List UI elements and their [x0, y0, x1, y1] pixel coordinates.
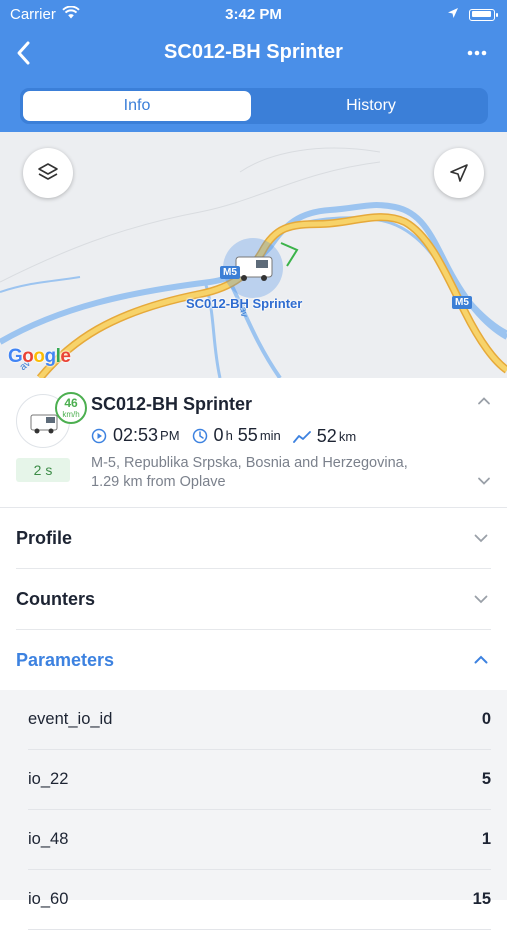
duration-hours-unit: h [225, 428, 233, 443]
last-update-badge: 2 s [16, 458, 70, 482]
segmented-control: Info History [20, 88, 488, 124]
unit-summary-card[interactable]: 46 km/h 2 s SC012-BH Sprinter 02:53 PM 0… [0, 378, 507, 508]
map-view[interactable]: M5 M5 zav av SC012-BH Sprinter Google [0, 132, 507, 378]
time-metric: 02:53 PM [91, 425, 180, 446]
parameter-value: 5 [481, 770, 491, 788]
expand-address-button[interactable] [477, 474, 491, 493]
status-right [447, 6, 498, 23]
chevron-up-icon [473, 652, 489, 673]
more-dots-icon [467, 50, 487, 56]
status-time: 3:42 PM [225, 6, 282, 23]
map-vehicle-label[interactable]: SC012-BH Sprinter [186, 296, 302, 311]
address-line-2: 1.29 km from Oplave [91, 474, 226, 490]
navigation-arrow-icon [450, 164, 468, 182]
road-shield-m5: M5 [220, 266, 240, 279]
chevron-down-icon [478, 477, 490, 485]
duration-minutes: 55 [237, 425, 258, 445]
section-counters[interactable]: Counters [16, 569, 491, 630]
speed-value: 46 [64, 396, 78, 410]
duration-hours: 0 [213, 425, 224, 445]
distance-value: 52 [316, 426, 337, 446]
address-line-1: M-5, Republika Srpska, Bosnia and Herzeg… [91, 455, 408, 471]
parameter-key: event_io_id [28, 710, 113, 728]
speed-unit: km/h [62, 410, 80, 419]
unit-name: SC012-BH Sprinter [91, 394, 253, 414]
chevron-down-icon [473, 591, 489, 612]
location-arrow-icon [447, 6, 459, 23]
chevron-down-icon [473, 530, 489, 551]
duration-minutes-unit: min [259, 428, 281, 443]
header: Carrier 3:42 PM SC012-BH Sprinter Info H… [0, 0, 507, 132]
section-parameters[interactable]: Parameters [16, 630, 491, 691]
parameter-row: io_48 1 [28, 810, 491, 870]
address: M-5, Republika Srpska, Bosnia and Herzeg… [91, 454, 461, 492]
parameter-key: io_48 [28, 830, 69, 848]
distance-unit: km [338, 429, 357, 444]
time-value: 02:53 [113, 425, 159, 445]
road-shield-m5-east: M5 [452, 296, 472, 309]
chevron-left-icon [17, 41, 30, 65]
more-button[interactable] [465, 39, 489, 67]
back-button[interactable] [10, 36, 40, 70]
battery-icon [469, 8, 498, 21]
play-circle-icon [91, 428, 107, 443]
map-layers-button[interactable] [23, 148, 73, 198]
section-counters-label: Counters [16, 589, 96, 609]
section-profile-label: Profile [16, 528, 73, 548]
parameter-row: event_io_id 0 [28, 690, 491, 750]
parameter-row: io_22 5 [28, 750, 491, 810]
section-profile[interactable]: Profile [16, 508, 491, 569]
trend-line-icon [292, 430, 311, 443]
clock-icon [192, 428, 207, 443]
parameter-row: io_60 15 [28, 870, 491, 930]
map-canvas [0, 147, 507, 378]
google-logo: Google [8, 346, 71, 367]
locate-button[interactable] [434, 148, 484, 198]
parameter-key: io_22 [28, 770, 69, 788]
duration-metric: 0 h 55 min [192, 425, 281, 446]
layers-icon [38, 163, 58, 180]
tab-history[interactable]: History [257, 91, 485, 121]
trip-metrics: 02:53 PM 0 h 55 min 52 km [91, 425, 368, 447]
section-parameters-label: Parameters [16, 650, 115, 670]
nav-bar: SC012-BH Sprinter [0, 30, 507, 76]
chevron-up-icon [478, 397, 490, 405]
distance-metric: 52 km [292, 426, 357, 447]
time-suffix: PM [160, 428, 180, 443]
speed-badge: 46 km/h [55, 392, 87, 424]
page-title: SC012-BH Sprinter [164, 41, 343, 63]
tab-info[interactable]: Info [23, 91, 251, 121]
status-bar: Carrier 3:42 PM [0, 0, 507, 30]
parameter-value: 0 [481, 710, 491, 728]
parameters-list: event_io_id 0 io_22 5 io_48 1 io_60 15 [0, 690, 507, 930]
parameter-value: 1 [481, 830, 491, 848]
collapse-button[interactable] [477, 394, 491, 413]
